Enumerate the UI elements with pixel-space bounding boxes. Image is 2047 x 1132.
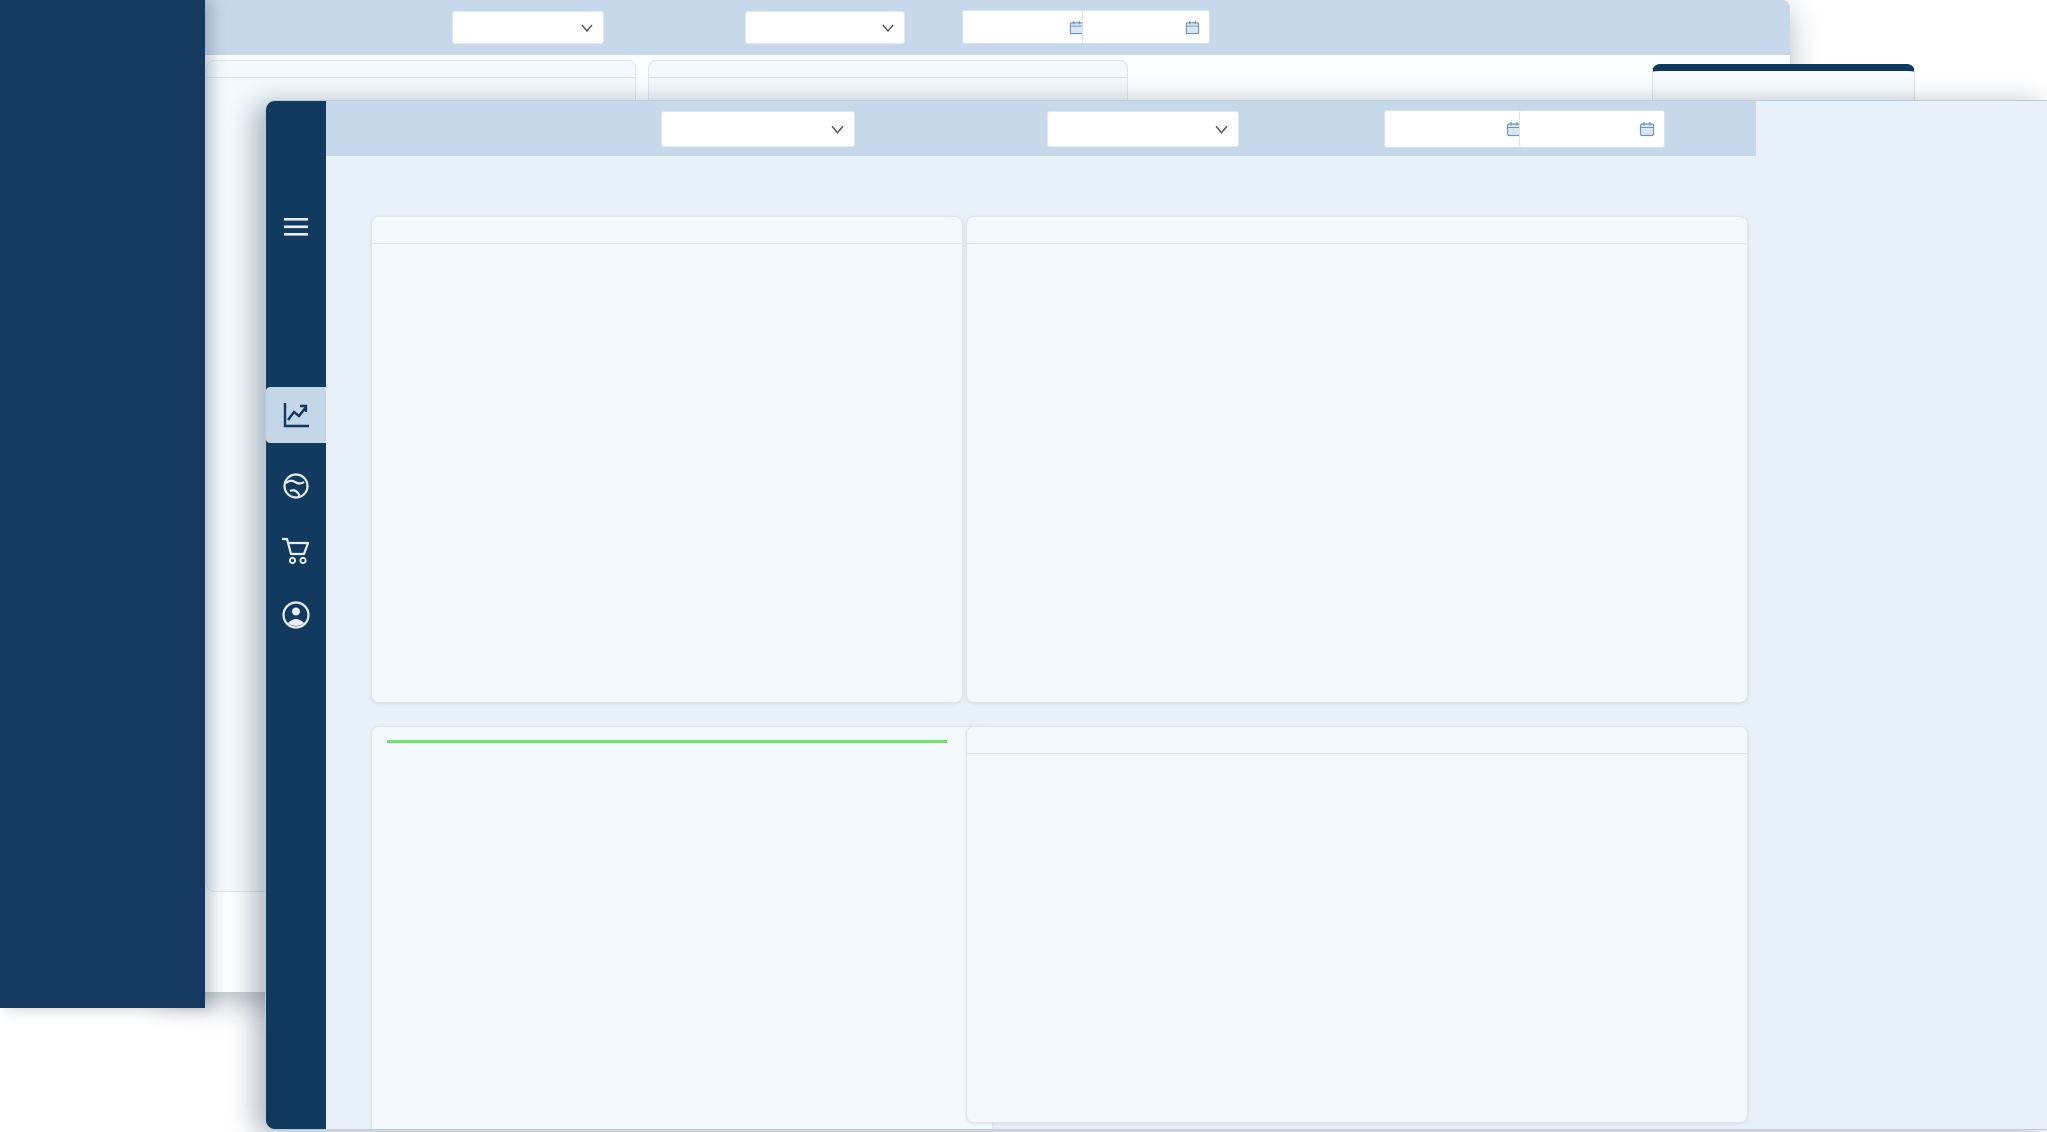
card-subtitle	[398, 229, 936, 243]
calendar-icon	[1185, 20, 1200, 34]
stacked-bar-chart	[967, 275, 1747, 654]
desktop	[0, 0, 2047, 1132]
sales-matrix-card	[371, 726, 993, 1129]
icon-rail	[266, 101, 326, 1129]
card-title	[649, 61, 1127, 78]
hamburger-icon	[284, 218, 308, 236]
nav-sales-analytics[interactable]	[266, 387, 326, 443]
chevron-down-icon	[1215, 125, 1228, 134]
card-subtitle	[993, 229, 1721, 243]
region-dropdown[interactable]	[452, 11, 604, 44]
app-sidebar	[0, 0, 205, 1008]
calendar-icon	[1639, 122, 1655, 137]
product-category-dropdown[interactable]	[745, 11, 905, 44]
region-dropdown[interactable]	[661, 111, 855, 147]
card-title	[207, 61, 635, 78]
sales-matrix-table	[387, 741, 947, 743]
chevron-down-icon	[581, 24, 593, 32]
main-window	[265, 100, 2047, 1130]
card-subtitle	[993, 739, 1721, 753]
nav-region-details[interactable]	[266, 464, 326, 508]
date-end-input[interactable]	[1519, 110, 1665, 148]
donut-chart	[372, 244, 962, 639]
background-filter-bar	[160, 0, 1790, 55]
date-end-input[interactable]	[1082, 10, 1210, 44]
ytd-bar-card	[966, 216, 1748, 703]
line-chart-icon	[283, 403, 309, 428]
date-start-input[interactable]	[1384, 110, 1532, 148]
user-icon	[282, 601, 310, 629]
nav-employee-details[interactable]	[266, 593, 326, 637]
total-sales-donut-card	[371, 216, 963, 703]
chevron-down-icon	[831, 125, 844, 134]
nav-product-details[interactable]	[266, 529, 326, 573]
average-sales-card	[966, 726, 1748, 1123]
date-start-input[interactable]	[962, 10, 1094, 44]
average-line-chart	[967, 785, 1747, 1076]
cart-icon	[282, 537, 310, 565]
menu-button[interactable]	[266, 205, 326, 249]
product-category-dropdown[interactable]	[1047, 111, 1239, 147]
kpi-title	[1653, 71, 1914, 81]
line-chart-legend	[967, 754, 1747, 785]
dashboard-canvas	[326, 156, 2047, 1129]
globe-icon	[283, 473, 309, 499]
filter-bar	[326, 101, 1756, 156]
bar-chart-legend	[967, 244, 1747, 275]
chevron-down-icon	[882, 24, 894, 32]
